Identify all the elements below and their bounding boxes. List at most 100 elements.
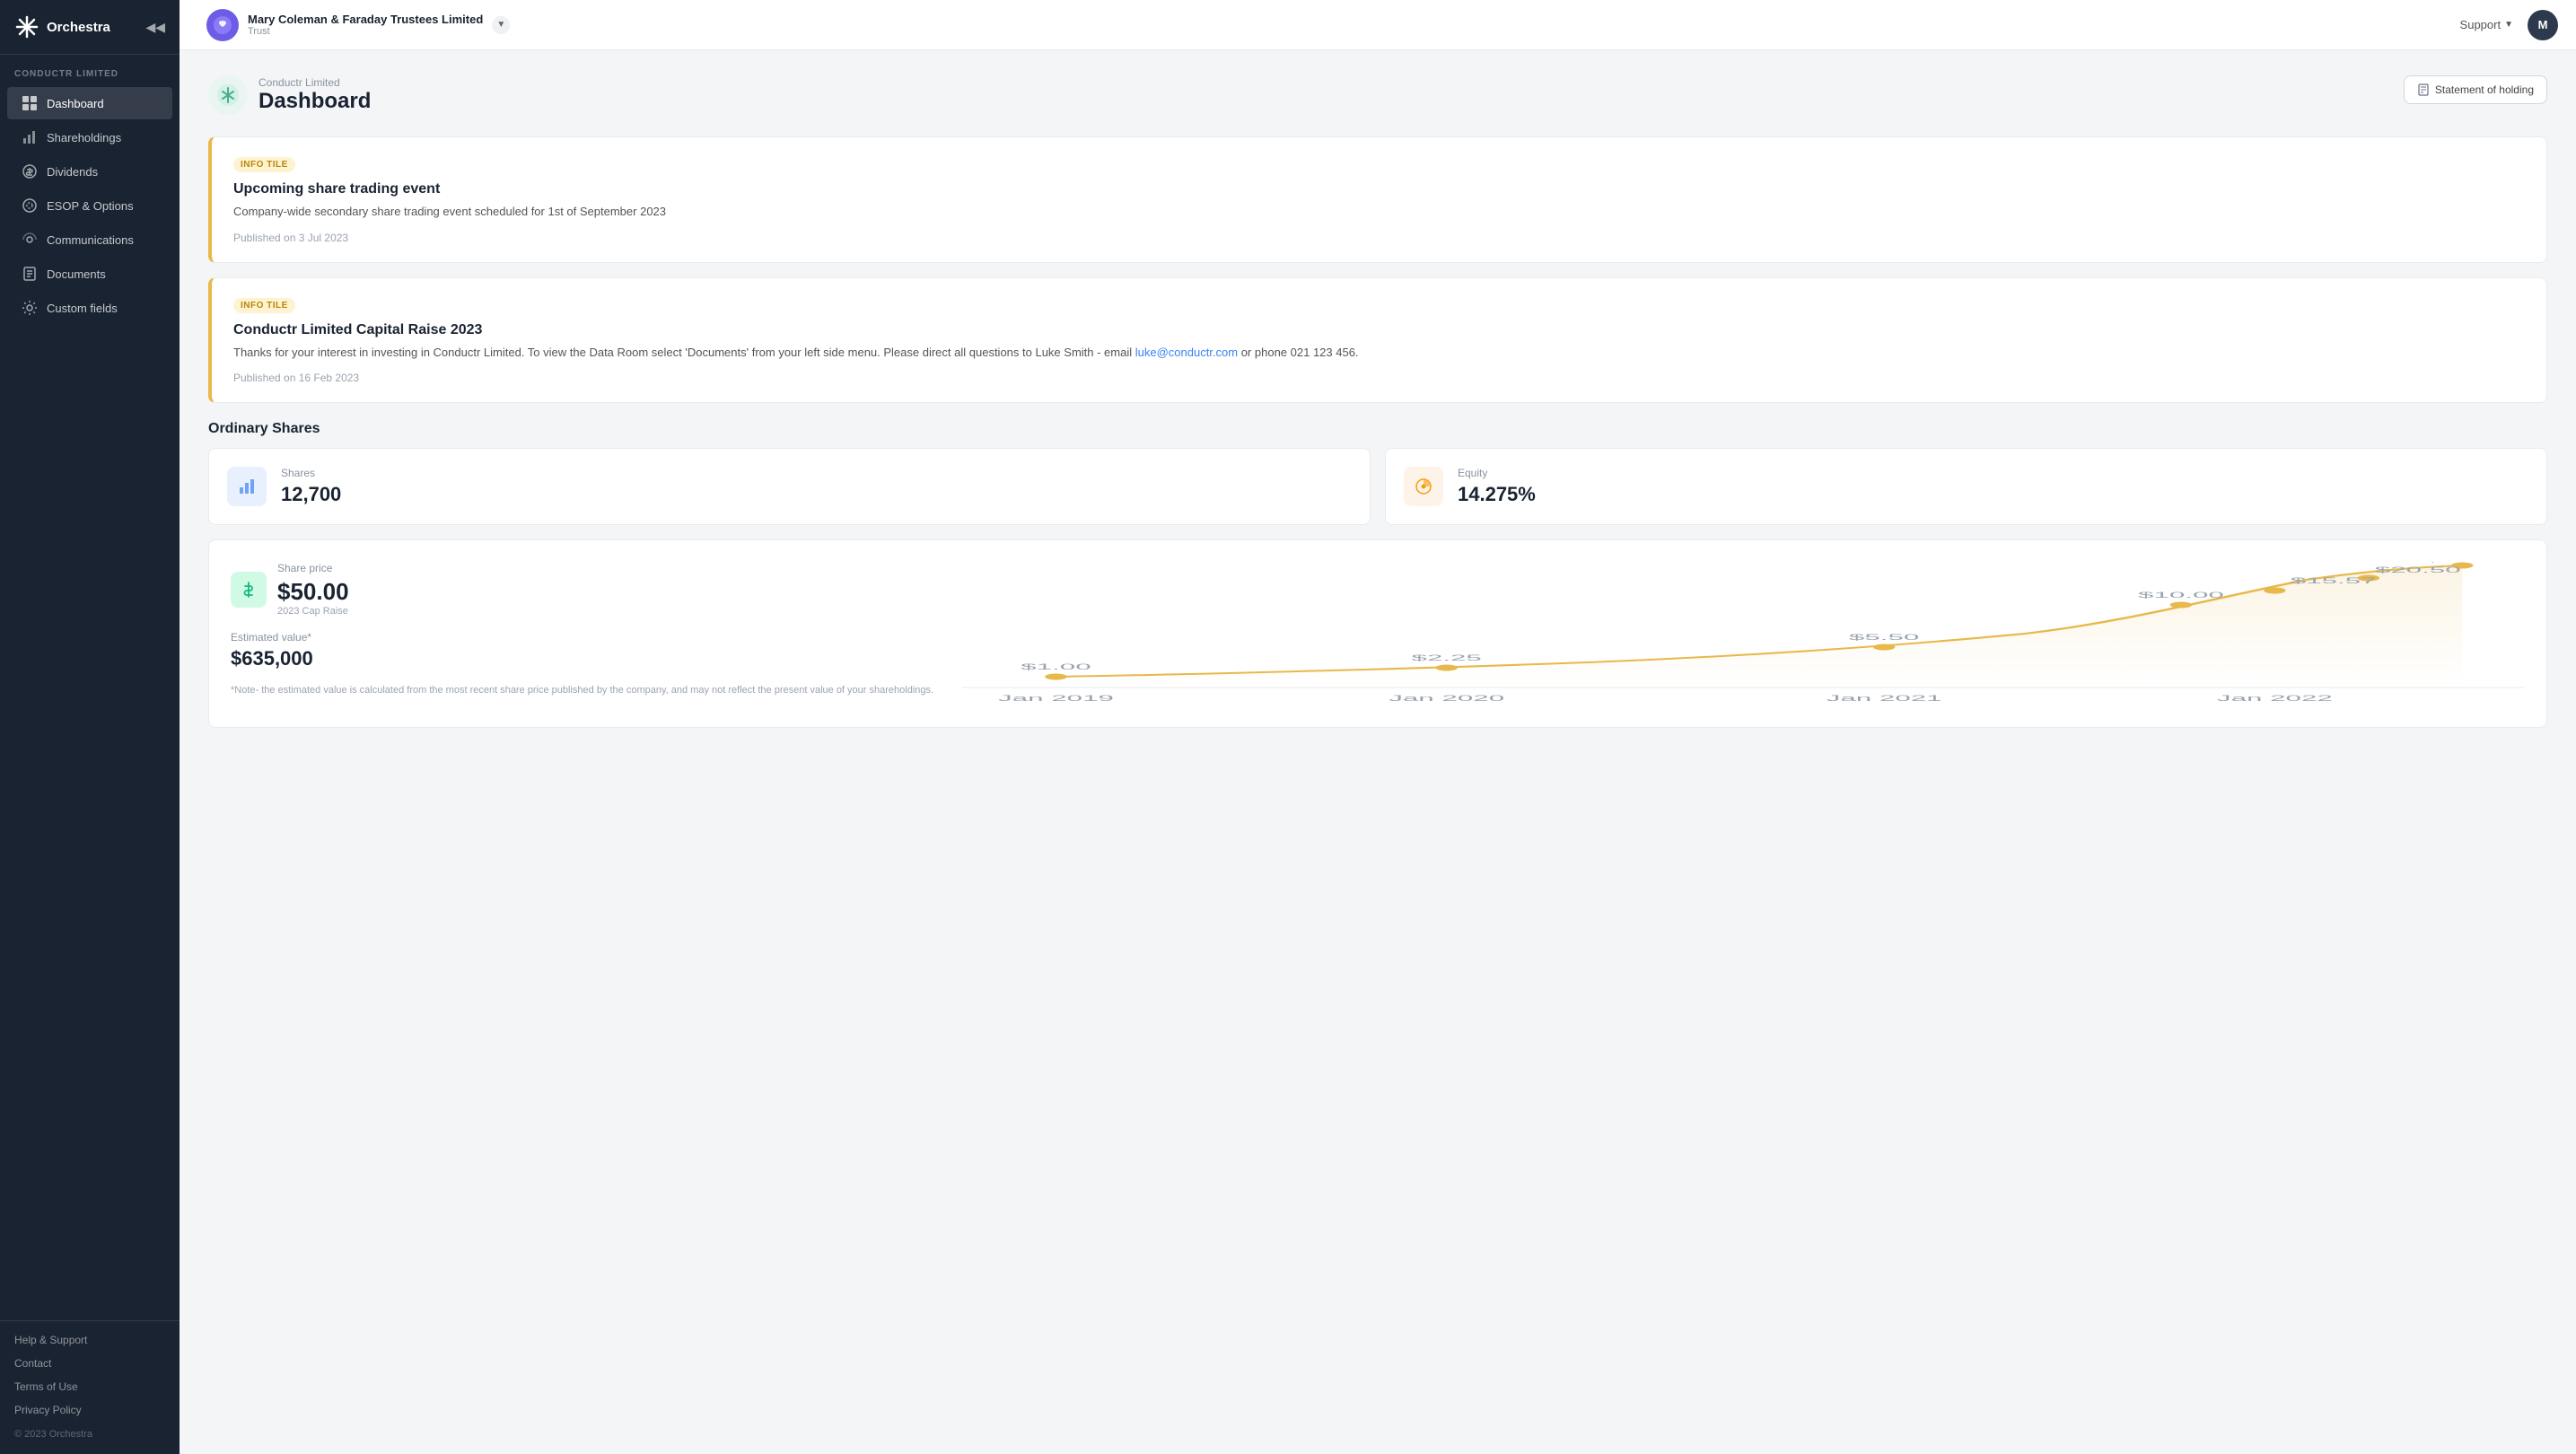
- statement-button-label: Statement of holding: [2435, 83, 2534, 96]
- shares-label: Shares: [281, 467, 341, 479]
- dashboard-title-text: Conductr Limited Dashboard: [258, 76, 371, 114]
- info-tile-badge-1: INFO TILE: [233, 157, 295, 172]
- price-left: Share price $50.00 2023 Cap Raise Estima…: [231, 562, 933, 705]
- sidebar-section-label: CONDUCTR LIMITED: [0, 55, 180, 86]
- price-card: Share price $50.00 2023 Cap Raise Estima…: [208, 539, 2547, 728]
- equity-label: Equity: [1458, 467, 1536, 479]
- trust-avatar: [206, 9, 239, 41]
- company-name: Conductr Limited: [258, 76, 371, 89]
- documents-icon: [22, 266, 38, 282]
- sidebar-item-dividends-label: Dividends: [47, 165, 98, 179]
- sidebar-collapse-button[interactable]: ◀◀: [145, 20, 165, 35]
- sidebar-item-esop-label: ESOP & Options: [47, 199, 134, 213]
- shareholdings-icon: [22, 129, 38, 145]
- svg-text:$1.00: $1.00: [1021, 662, 1091, 671]
- trust-selector[interactable]: Mary Coleman & Faraday Trustees Limited …: [197, 4, 519, 47]
- svg-text:$2.25: $2.25: [1412, 653, 1482, 662]
- estimated-value-info: Estimated value* $635,000: [231, 631, 933, 670]
- estimated-value: $635,000: [231, 647, 933, 670]
- dividends-icon: [22, 163, 38, 180]
- info-tile-badge-2: INFO TILE: [233, 298, 295, 313]
- copyright: © 2023 Orchestra: [0, 1422, 180, 1447]
- svg-text:$10.00: $10.00: [2138, 591, 2224, 600]
- header-right: Support ▼ M: [2460, 10, 2558, 40]
- shares-value: 12,700: [281, 483, 341, 506]
- svg-text:$15.57: $15.57: [2291, 576, 2377, 585]
- info-tile-body-suffix: or phone 021 123 456.: [1238, 346, 1358, 359]
- top-header: Mary Coleman & Faraday Trustees Limited …: [180, 0, 2576, 50]
- info-tile-body-1: Company-wide secondary share trading eve…: [233, 203, 2525, 221]
- equity-value: 14.275%: [1458, 483, 1536, 506]
- dashboard-title-section: Conductr Limited Dashboard: [208, 75, 371, 115]
- svg-text:Jan 2021: Jan 2021: [1827, 694, 1942, 703]
- sidebar-item-documents-label: Documents: [47, 267, 106, 281]
- sidebar-item-communications-label: Communications: [47, 233, 134, 247]
- price-note: *Note- the estimated value is calculated…: [231, 685, 933, 696]
- privacy-link[interactable]: Privacy Policy: [0, 1398, 180, 1422]
- shares-stat-info: Shares 12,700: [281, 467, 341, 506]
- share-price-value: $50.00: [277, 578, 349, 606]
- user-avatar[interactable]: M: [2528, 10, 2558, 40]
- shares-card: Shares 12,700: [208, 448, 1371, 525]
- svg-text:$50.00: $50.00: [2425, 562, 2511, 564]
- estimated-label: Estimated value*: [231, 631, 933, 644]
- sidebar-item-esop[interactable]: ESOP & Options: [7, 189, 172, 222]
- trust-chevron-icon[interactable]: ▼: [492, 16, 510, 34]
- company-icon: [208, 75, 248, 115]
- shares-icon: [227, 467, 267, 506]
- shares-section-heading: Ordinary Shares: [208, 421, 2547, 437]
- share-price-text: Share price $50.00 2023 Cap Raise: [277, 562, 349, 617]
- sidebar-item-dashboard-label: Dashboard: [47, 97, 104, 110]
- share-price-label: Share price: [277, 562, 349, 574]
- info-tile-link[interactable]: luke@conductr.com: [1135, 346, 1238, 359]
- contact-link[interactable]: Contact: [0, 1352, 180, 1375]
- sidebar-logo-text: Orchestra: [47, 20, 110, 35]
- page-title: Dashboard: [258, 89, 371, 114]
- sidebar-item-communications[interactable]: Communications: [7, 223, 172, 256]
- sidebar-bottom: Help & Support Contact Terms of Use Priv…: [0, 1320, 180, 1454]
- sidebar-item-shareholdings[interactable]: Shareholdings: [7, 121, 172, 153]
- custom-fields-icon: [22, 300, 38, 316]
- support-button[interactable]: Support ▼: [2460, 18, 2513, 31]
- share-price-info: Share price $50.00 2023 Cap Raise: [231, 562, 933, 617]
- sidebar-item-custom-fields-label: Custom fields: [47, 302, 118, 315]
- info-tile-title-2: Conductr Limited Capital Raise 2023: [233, 322, 2525, 338]
- esop-icon: [22, 197, 38, 214]
- dashboard-header: Conductr Limited Dashboard Statement of …: [208, 75, 2547, 115]
- sidebar-item-documents[interactable]: Documents: [7, 258, 172, 290]
- communications-icon: [22, 232, 38, 248]
- orchestra-logo-icon: [14, 14, 39, 39]
- help-support-link[interactable]: Help & Support: [0, 1328, 180, 1352]
- equity-card: Equity 14.275%: [1385, 448, 2547, 525]
- info-tile-body-prefix: Thanks for your interest in investing in…: [233, 346, 1135, 359]
- info-tile-2: INFO TILE Conductr Limited Capital Raise…: [208, 277, 2547, 404]
- statement-of-holding-button[interactable]: Statement of holding: [2404, 75, 2547, 104]
- dollar-icon: [231, 572, 267, 608]
- svg-text:$5.50: $5.50: [1849, 633, 1919, 642]
- stats-row: Shares 12,700 Equity 14.275%: [208, 448, 2547, 525]
- support-label: Support: [2460, 18, 2502, 31]
- equity-icon: [1404, 467, 1443, 506]
- sidebar-item-dashboard[interactable]: Dashboard: [7, 87, 172, 119]
- info-tile-date-1: Published on 3 Jul 2023: [233, 232, 2525, 244]
- trust-name: Mary Coleman & Faraday Trustees Limited: [248, 13, 483, 26]
- sidebar: Orchestra ◀◀ CONDUCTR LIMITED Dashboard …: [0, 0, 180, 1454]
- share-price-sublabel: 2023 Cap Raise: [277, 606, 349, 617]
- info-tile-body-2: Thanks for your interest in investing in…: [233, 344, 2525, 362]
- svg-text:Jan 2022: Jan 2022: [2217, 694, 2333, 703]
- main-area: Mary Coleman & Faraday Trustees Limited …: [180, 0, 2576, 1454]
- sidebar-item-dividends[interactable]: Dividends: [7, 155, 172, 188]
- dashboard-icon: [22, 95, 38, 111]
- info-tile-date-2: Published on 16 Feb 2023: [233, 372, 2525, 384]
- svg-text:Jan 2019: Jan 2019: [998, 694, 1114, 703]
- trust-type: Trust: [248, 26, 483, 37]
- share-price-chart: $1.00 $2.25 $5.50 $10.00 $15.57 $20.50 $…: [962, 562, 2525, 705]
- sidebar-item-custom-fields[interactable]: Custom fields: [7, 292, 172, 324]
- svg-text:$20.50: $20.50: [2375, 565, 2461, 574]
- document-icon: [2417, 83, 2430, 96]
- equity-stat-info: Equity 14.275%: [1458, 467, 1536, 506]
- price-chart-svg: $1.00 $2.25 $5.50 $10.00 $15.57 $20.50 $…: [962, 562, 2525, 705]
- sidebar-item-shareholdings-label: Shareholdings: [47, 131, 121, 145]
- svg-text:Jan 2020: Jan 2020: [1389, 694, 1504, 703]
- terms-link[interactable]: Terms of Use: [0, 1375, 180, 1398]
